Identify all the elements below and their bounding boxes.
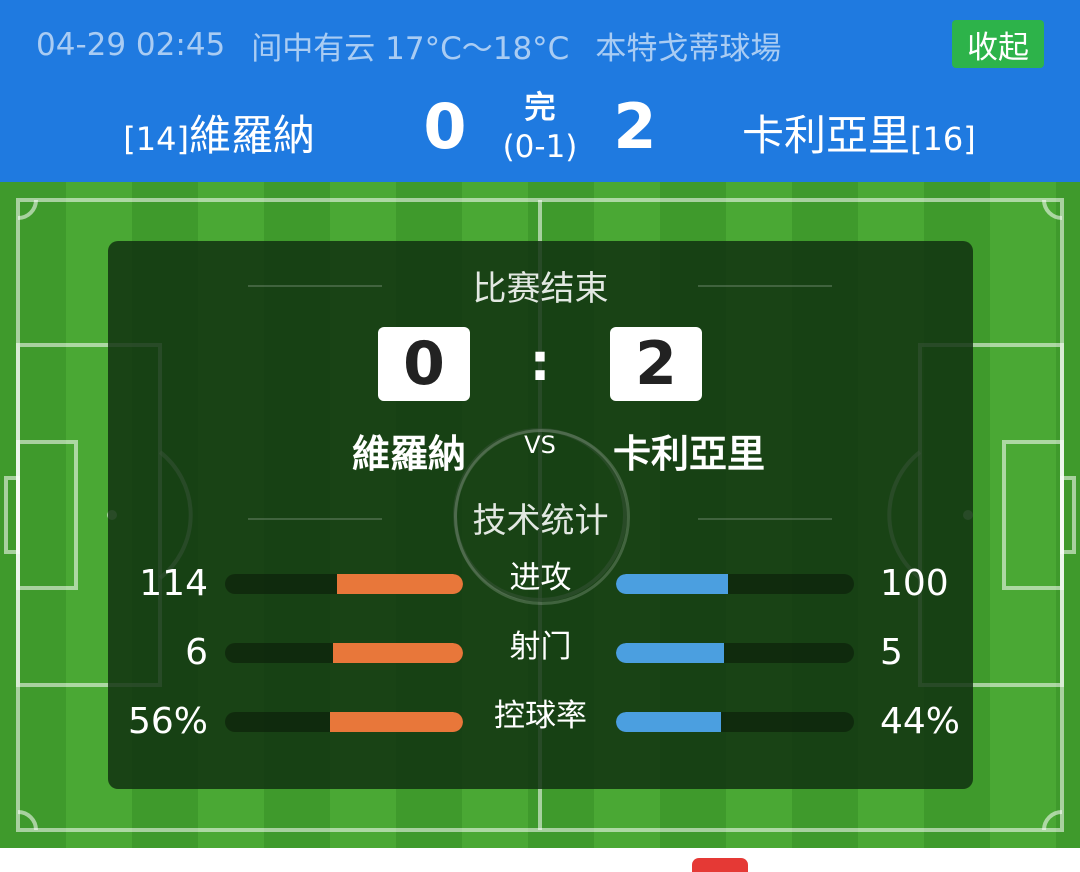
scoreline-row: [14] 維羅納 0 完 (0-1) 2 卡利亞里 [16] (0, 88, 1080, 174)
match-summary-card: 比赛结束 0 : 2 維羅納 VS 卡利亞里 技术统计 114 进攻 100 6 射门 5… (108, 241, 973, 789)
stat-row: 114 进攻 100 (108, 559, 973, 609)
match-venue: 本特戈蒂球場 (595, 30, 782, 67)
stat-away-bar-fill (616, 712, 721, 732)
home-score-box: 0 (378, 327, 470, 401)
away-team-name-large: 卡利亞里 (613, 432, 766, 476)
match-status: 完 (0-1) (490, 88, 590, 166)
match-end-title: 比赛结束 (472, 269, 609, 309)
away-score: 2 (613, 90, 657, 163)
home-team-rank: [14] (123, 120, 189, 158)
half-time-score: (0-1) (502, 129, 578, 165)
home-team-name-large: 維羅納 (351, 432, 466, 476)
match-status-text: 完 (524, 90, 556, 126)
match-weather: 间中有云 17°C～18°C (251, 30, 570, 67)
away-team[interactable]: 卡利亞里 [16] (742, 102, 976, 163)
stat-row: 6 射门 5 (108, 628, 973, 678)
score-separator: : (529, 333, 551, 393)
notification-badge (692, 858, 748, 872)
home-team[interactable]: [14] 維羅納 (123, 102, 315, 163)
stat-away-bar-fill (616, 643, 724, 663)
home-team-name: 維羅納 (188, 111, 315, 160)
stat-away-value: 100 (880, 563, 949, 604)
match-datetime: 04-29 02:45 (36, 27, 226, 63)
bottom-strip (0, 848, 1080, 866)
away-team-name: 卡利亞里 (742, 111, 911, 160)
stat-away-bar (616, 712, 854, 732)
away-team-rank: [16] (910, 120, 976, 158)
vs-label: VS (524, 431, 556, 459)
stat-away-value: 44% (880, 701, 961, 742)
stat-away-bar (616, 643, 854, 663)
stat-away-bar-fill (616, 574, 728, 594)
stat-row: 56% 控球率 44% (108, 697, 973, 747)
collapse-button[interactable]: 收起 (952, 20, 1044, 68)
stat-away-value: 5 (880, 632, 903, 673)
match-header: 04-29 02:45 间中有云 17°C～18°C 本特戈蒂球場 收起 [14… (0, 0, 1080, 182)
home-score: 0 (423, 90, 467, 163)
away-score-box: 2 (610, 327, 702, 401)
stats-title: 技术统计 (472, 501, 609, 541)
match-info-line: 04-29 02:45 间中有云 17°C～18°C 本特戈蒂球場 (36, 20, 807, 70)
stat-away-bar (616, 574, 854, 594)
pitch-background: 比赛结束 0 : 2 維羅納 VS 卡利亞里 技术统计 114 进攻 100 6 射门 5… (0, 182, 1080, 848)
